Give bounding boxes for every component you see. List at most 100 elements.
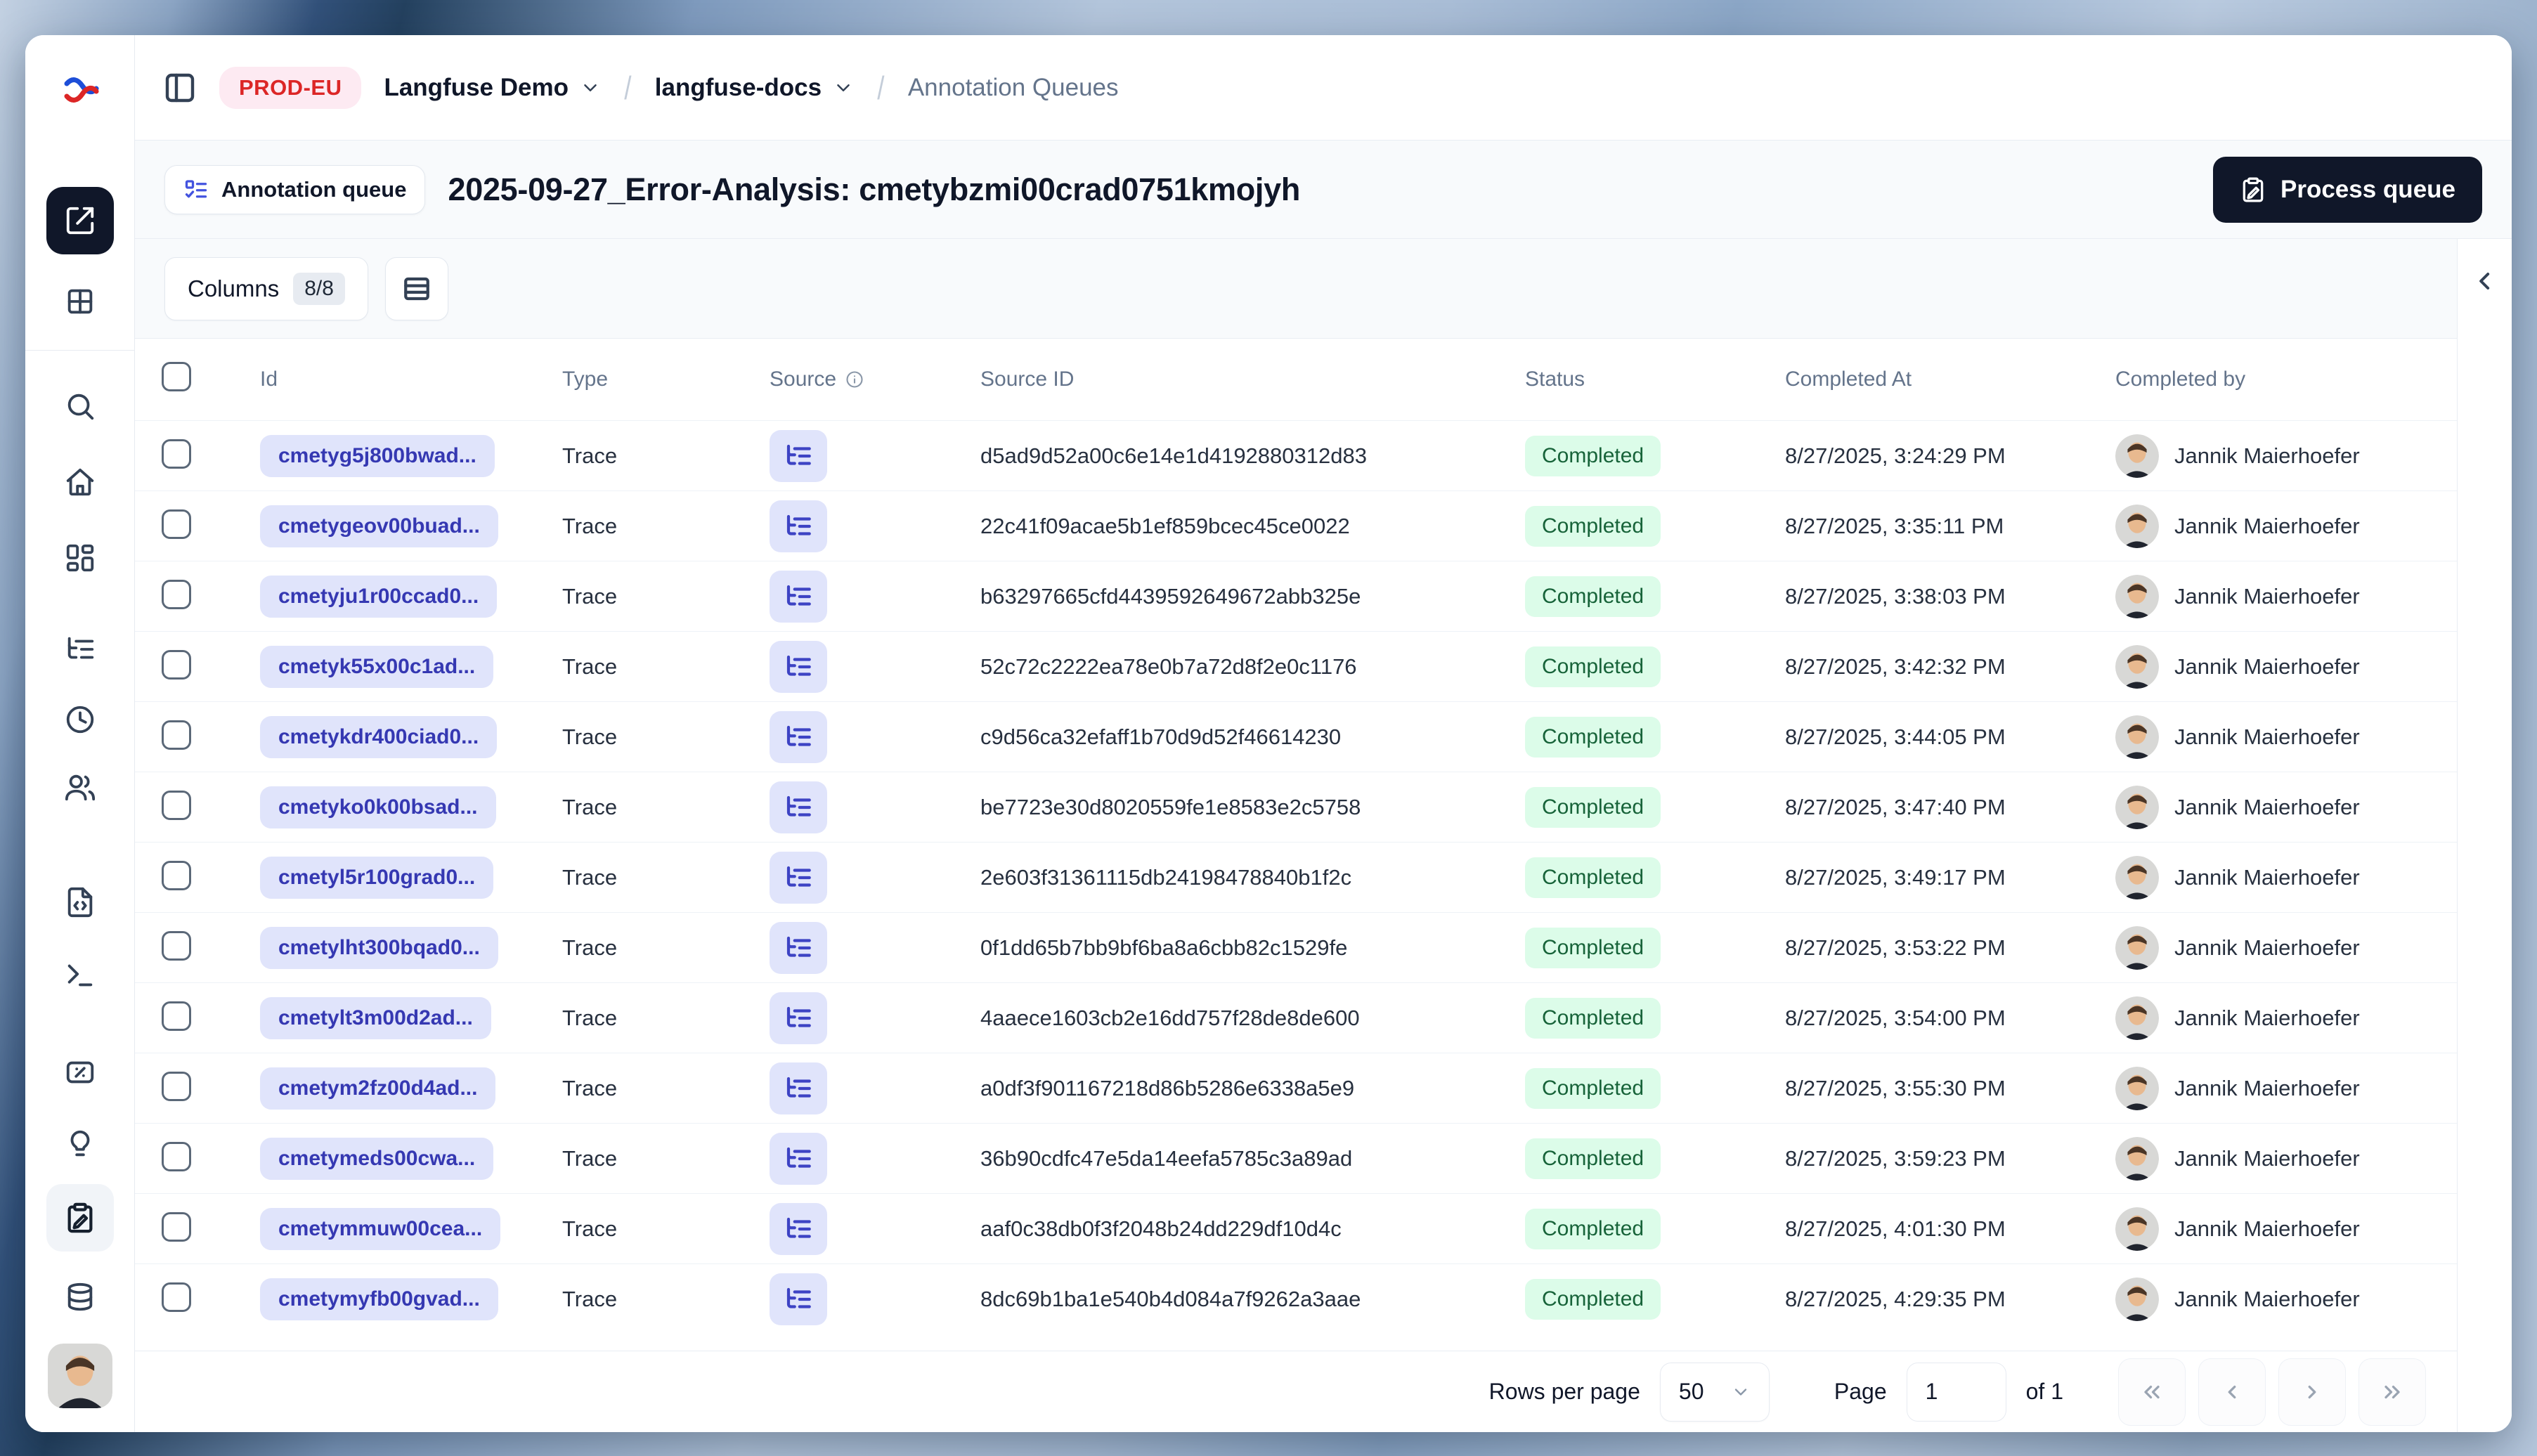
prompts-file-code-icon[interactable]	[64, 886, 96, 918]
langfuse-logo[interactable]	[25, 35, 134, 145]
row-id-badge[interactable]: cmetymmuw00cea...	[260, 1207, 501, 1250]
table-row[interactable]: cmetyk55x00c1ad... Trace 52c72c2222ea78e0b…	[135, 631, 2457, 701]
open-current-item-button[interactable]	[46, 187, 114, 254]
row-completed-by: Jannik Maierhoefer	[2174, 935, 2360, 960]
row-checkbox[interactable]	[162, 1142, 191, 1171]
row-id-badge[interactable]: cmetym2fz00d4ad...	[260, 1067, 496, 1110]
table-row[interactable]: cmetymmuw00cea... Trace aaf0c38db0f3f2048b…	[135, 1193, 2457, 1263]
table-grid-icon[interactable]	[64, 285, 96, 318]
home-icon[interactable]	[64, 466, 96, 498]
table-row[interactable]: cmetym2fz00d4ad... Trace a0df3f901167218d8…	[135, 1053, 2457, 1123]
row-id-badge[interactable]: cmetyl5r100grad0...	[260, 856, 494, 899]
row-id-badge[interactable]: cmetylht300bqad0...	[260, 926, 498, 969]
source-trace-button[interactable]	[770, 1132, 827, 1185]
source-trace-button[interactable]	[770, 851, 827, 904]
row-id-badge[interactable]: cmetymeds00cwa...	[260, 1137, 494, 1180]
traces-list-tree-icon[interactable]	[64, 633, 96, 665]
source-trace-button[interactable]	[770, 500, 827, 552]
row-id-badge[interactable]: cmetyg5j800bwad...	[260, 434, 495, 477]
row-completed-by: Jannik Maierhoefer	[2174, 1005, 2360, 1030]
table-row[interactable]: cmetymyfb00gvad... Trace 8dc69b1ba1e540b4d…	[135, 1263, 2457, 1334]
row-checkbox[interactable]	[162, 1072, 191, 1101]
column-header-completed-at[interactable]: Completed At	[1765, 368, 2096, 391]
status-badge: Completed	[1525, 1067, 1661, 1109]
row-checkbox[interactable]	[162, 931, 191, 961]
row-checkbox[interactable]	[162, 791, 191, 820]
source-trace-button[interactable]	[770, 1202, 827, 1255]
source-trace-button[interactable]	[770, 921, 827, 974]
table-row[interactable]: cmetymeds00cwa... Trace 36b90cdfc47e5da14e…	[135, 1123, 2457, 1193]
table-row[interactable]: cmetyl5r100grad0... Trace 2e603f31361115db…	[135, 842, 2457, 912]
evaluation-badge-percent-icon[interactable]	[64, 1056, 96, 1088]
row-id-badge[interactable]: cmetyko0k00bsad...	[260, 786, 496, 828]
row-checkbox[interactable]	[162, 439, 191, 469]
sidebar	[25, 35, 135, 1432]
row-id-badge[interactable]: cmetymyfb00gvad...	[260, 1278, 498, 1320]
select-all-checkbox[interactable]	[162, 362, 191, 391]
table-row[interactable]: cmetylt3m00d2ad... Trace 4aaece1603cb2e16d…	[135, 982, 2457, 1053]
row-id-badge[interactable]: cmetylt3m00d2ad...	[260, 996, 491, 1039]
dashboard-icon[interactable]	[64, 542, 96, 574]
completed-by-avatar	[2115, 855, 2159, 899]
columns-count-badge: 8/8	[293, 272, 345, 305]
row-id-badge[interactable]: cmetyk55x00c1ad...	[260, 645, 494, 688]
row-checkbox[interactable]	[162, 509, 191, 539]
row-checkbox[interactable]	[162, 1282, 191, 1312]
row-checkbox[interactable]	[162, 650, 191, 680]
status-badge: Completed	[1525, 1138, 1661, 1179]
next-page-button[interactable]	[2278, 1358, 2346, 1426]
page-number-input[interactable]: 1	[1906, 1362, 2006, 1422]
table-row[interactable]: cmetykdr400ciad0... Trace c9d56ca32efaff1b…	[135, 701, 2457, 772]
playground-terminal-icon[interactable]	[64, 959, 96, 992]
row-checkbox[interactable]	[162, 861, 191, 890]
user-avatar[interactable]	[47, 1344, 112, 1408]
column-header-source[interactable]: Source	[750, 368, 961, 391]
row-checkbox[interactable]	[162, 1212, 191, 1242]
panel-left-toggle-icon[interactable]	[163, 71, 197, 105]
rows-per-page-select[interactable]: 50	[1659, 1362, 1770, 1422]
annotation-queues-active-item[interactable]	[46, 1184, 114, 1252]
column-header-type[interactable]: Type	[543, 368, 750, 391]
row-height-button[interactable]	[384, 256, 448, 320]
previous-page-button[interactable]	[2198, 1358, 2266, 1426]
source-trace-button[interactable]	[770, 640, 827, 693]
row-checkbox[interactable]	[162, 720, 191, 750]
column-header-completed-by[interactable]: Completed by	[2096, 368, 2457, 391]
search-icon[interactable]	[64, 390, 96, 422]
table-row[interactable]: cmetyko0k00bsad... Trace be7723e30d8020559…	[135, 772, 2457, 842]
row-completed-by: Jannik Maierhoefer	[2174, 1216, 2360, 1241]
completed-by-avatar	[2115, 925, 2159, 970]
source-trace-button[interactable]	[770, 429, 827, 482]
table-row[interactable]: cmetygeov00buad... Trace 22c41f09acae5b1ef…	[135, 490, 2457, 561]
row-completed-at: 8/27/2025, 3:49:17 PM	[1785, 864, 2006, 890]
column-header-status[interactable]: Status	[1505, 368, 1765, 391]
row-id-badge[interactable]: cmetykdr400ciad0...	[260, 715, 498, 758]
lightbulb-icon[interactable]	[64, 1128, 96, 1160]
breadcrumb-org[interactable]: Langfuse Demo	[384, 74, 601, 102]
table-row[interactable]: cmetyju1r00ccad0... Trace b63297665cfd4439…	[135, 561, 2457, 631]
source-trace-button[interactable]	[770, 992, 827, 1044]
sessions-clock-icon[interactable]	[64, 703, 96, 736]
last-page-button[interactable]	[2358, 1358, 2426, 1426]
row-checkbox[interactable]	[162, 1001, 191, 1031]
row-id-badge[interactable]: cmetygeov00buad...	[260, 505, 498, 547]
collapse-panel-button[interactable]	[2471, 267, 2499, 298]
column-header-id[interactable]: Id	[240, 368, 543, 391]
first-page-button[interactable]	[2118, 1358, 2186, 1426]
source-trace-button[interactable]	[770, 1273, 827, 1325]
column-header-source-id[interactable]: Source ID	[961, 368, 1505, 391]
columns-button[interactable]: Columns 8/8	[164, 256, 368, 320]
breadcrumb-project[interactable]: langfuse-docs	[655, 74, 854, 102]
table-row[interactable]: cmetyg5j800bwad... Trace d5ad9d52a00c6e14e…	[135, 420, 2457, 490]
row-checkbox[interactable]	[162, 580, 191, 609]
users-icon[interactable]	[64, 771, 96, 803]
source-trace-button[interactable]	[770, 570, 827, 623]
datasets-database-icon[interactable]	[64, 1281, 96, 1313]
source-trace-button[interactable]	[770, 710, 827, 763]
process-queue-button[interactable]: Process queue	[2213, 156, 2482, 223]
source-trace-button[interactable]	[770, 781, 827, 833]
row-id-badge[interactable]: cmetyju1r00ccad0...	[260, 575, 498, 618]
row-type: Trace	[562, 724, 618, 749]
table-row[interactable]: cmetylht300bqad0... Trace 0f1dd65b7bb9bf6b…	[135, 912, 2457, 982]
source-trace-button[interactable]	[770, 1062, 827, 1114]
